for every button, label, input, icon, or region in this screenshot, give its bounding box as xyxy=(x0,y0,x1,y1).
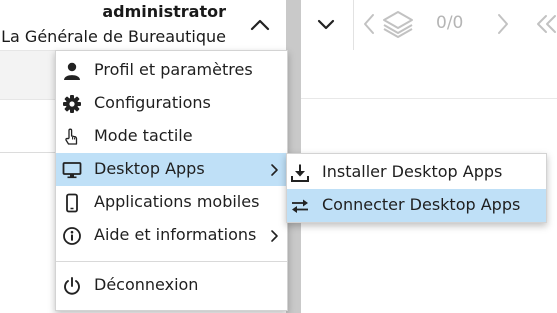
user-account-button[interactable]: administrator La Générale de Bureautique xyxy=(0,0,286,50)
user-organization: La Générale de Bureautique xyxy=(1,27,226,46)
submenu-item-connect-desktop-apps[interactable]: Connecter Desktop Apps xyxy=(287,189,546,222)
submenu-item-label: Installer Desktop Apps xyxy=(322,162,503,181)
menu-item-logout[interactable]: Déconnexion xyxy=(56,269,287,302)
menu-item-help[interactable]: Aide et informations xyxy=(56,219,287,252)
user-name: administrator xyxy=(102,2,226,21)
touch-hand-icon xyxy=(65,128,78,145)
chevron-right-icon xyxy=(271,164,278,176)
menu-item-mobile-apps[interactable]: Applications mobiles xyxy=(56,186,287,219)
gear-icon xyxy=(63,95,81,113)
result-counter: 0/0 xyxy=(436,13,464,33)
menu-item-label: Applications mobiles xyxy=(94,192,260,211)
right-panel-rule xyxy=(301,98,557,99)
chevron-down-icon[interactable] xyxy=(314,12,338,36)
menu-item-label: Déconnexion xyxy=(94,275,199,294)
double-chevron-left-icon[interactable] xyxy=(534,12,557,36)
download-icon xyxy=(291,164,309,182)
menu-item-label: Aide et informations xyxy=(94,225,257,244)
chevron-up-icon[interactable] xyxy=(248,14,272,36)
user-icon xyxy=(64,62,80,80)
menu-item-desktop-apps[interactable]: Desktop Apps xyxy=(56,153,287,186)
layers-icon[interactable] xyxy=(381,9,415,39)
toolbar-separator xyxy=(353,0,354,50)
submenu-item-label: Connecter Desktop Apps xyxy=(322,195,521,214)
menu-item-touch-mode[interactable]: Mode tactile xyxy=(56,120,287,153)
chevron-right-icon[interactable] xyxy=(496,12,510,36)
swap-arrows-icon xyxy=(292,199,308,213)
menu-item-configurations[interactable]: Configurations xyxy=(56,87,287,120)
menu-item-label: Configurations xyxy=(94,93,211,112)
user-menu: Profil et paramètres Configurations Mode… xyxy=(55,50,288,311)
info-icon xyxy=(63,227,81,245)
chevron-right-icon xyxy=(271,230,278,242)
menu-item-label: Mode tactile xyxy=(94,126,193,145)
monitor-icon xyxy=(62,162,82,179)
menu-item-label: Desktop Apps xyxy=(94,159,205,178)
submenu-item-install-desktop-apps[interactable]: Installer Desktop Apps xyxy=(287,156,546,189)
menu-item-label: Profil et paramètres xyxy=(94,60,253,79)
document-toolbar xyxy=(301,0,557,50)
desktop-apps-submenu: Installer Desktop Apps Connecter Desktop… xyxy=(286,153,547,223)
menu-separator xyxy=(56,261,287,262)
mobile-phone-icon xyxy=(66,193,78,213)
chevron-left-icon[interactable] xyxy=(362,12,376,36)
menu-item-profile[interactable]: Profil et paramètres xyxy=(56,54,287,87)
power-icon xyxy=(64,277,80,295)
